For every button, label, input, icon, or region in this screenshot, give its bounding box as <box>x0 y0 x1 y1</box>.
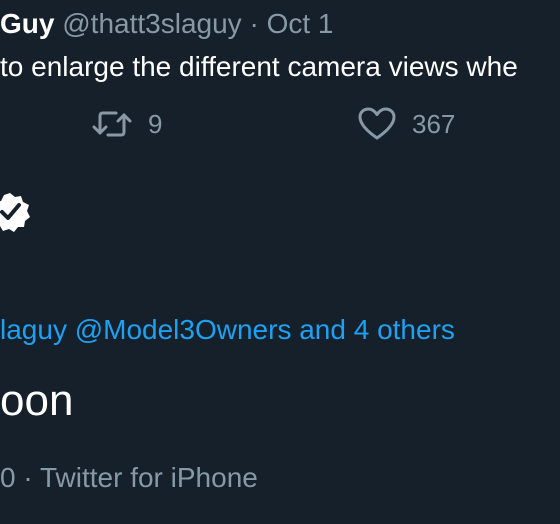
author-name[interactable]: Guy <box>0 8 54 39</box>
reply-time[interactable]: 0 <box>0 462 16 493</box>
verified-badge-icon <box>0 190 38 239</box>
tweet-date[interactable]: Oct 1 <box>267 8 334 39</box>
retweet-icon[interactable] <box>92 107 132 141</box>
replying-to-line[interactable]: laguy @Model3Owners and 4 others <box>0 311 455 349</box>
tweet-source-link[interactable]: Twitter for iPhone <box>40 462 258 493</box>
header-separator: · <box>249 8 259 39</box>
meta-separator: · <box>23 462 33 493</box>
author-handle[interactable]: @thatt3slaguy <box>62 8 241 39</box>
tweet-header: Guy @thatt3slaguy · Oct 1 <box>0 6 333 42</box>
reply-text: oon <box>0 376 74 425</box>
heart-icon[interactable] <box>358 107 396 141</box>
like-count: 367 <box>412 109 456 139</box>
tweet-text: to enlarge the different camera views wh… <box>0 51 518 82</box>
like-action[interactable]: 367 <box>358 104 455 144</box>
retweet-count: 9 <box>148 109 163 139</box>
retweet-action[interactable]: 9 <box>92 104 162 144</box>
reply-meta: 0 · Twitter for iPhone <box>0 459 258 497</box>
